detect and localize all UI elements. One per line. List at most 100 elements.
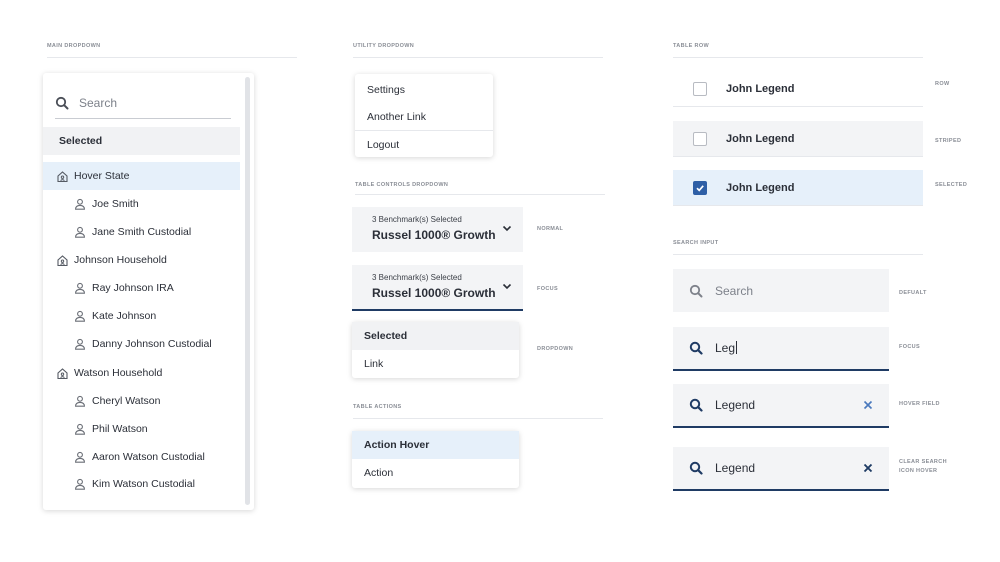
household-icon bbox=[55, 253, 69, 267]
search-placeholder: Search bbox=[715, 283, 754, 298]
item-label: Kim Watson Custodial bbox=[92, 478, 195, 490]
row-checkbox-checked[interactable] bbox=[693, 180, 707, 195]
table-controls-select-focus[interactable]: 3 Benchmark(s) Selected Russel 1000® Gro… bbox=[352, 265, 523, 311]
dropdown-item-person[interactable]: Aaron Watson Custodial bbox=[43, 443, 240, 471]
row-name: John Legend bbox=[726, 181, 795, 194]
menu-item-settings[interactable]: Settings bbox=[355, 76, 493, 103]
item-label: Danny Johnson Custodial bbox=[92, 338, 212, 350]
state-label-selected: SELECTED bbox=[935, 182, 968, 188]
state-label-dropdown: DROPDOWN bbox=[537, 346, 574, 352]
item-label: Hover State bbox=[74, 170, 130, 182]
row-checkbox[interactable] bbox=[693, 81, 707, 96]
search-icon bbox=[689, 341, 703, 355]
person-icon bbox=[73, 477, 87, 491]
checkmark-icon bbox=[696, 184, 704, 192]
dropdown-item-person[interactable]: Kim Watson Custodial bbox=[43, 470, 240, 498]
menu-item-link[interactable]: Link bbox=[352, 350, 519, 378]
main-dropdown-panel: Search Selected Hover State Joe Smith Ja… bbox=[43, 73, 254, 510]
search-icon bbox=[689, 284, 703, 298]
dropdown-item-person[interactable]: Joe Smith bbox=[43, 190, 240, 218]
search-input-default[interactable]: Search bbox=[673, 269, 889, 312]
person-icon bbox=[73, 197, 87, 211]
dropdown-item-selected[interactable]: Selected bbox=[43, 127, 240, 155]
person-icon bbox=[73, 309, 87, 323]
person-icon bbox=[73, 450, 87, 464]
dropdown-item-household[interactable]: Watson Household bbox=[43, 359, 240, 387]
dropdown-item-person[interactable]: Phil Watson bbox=[43, 415, 240, 443]
select-value: Russel 1000® Growth bbox=[372, 228, 496, 242]
item-label: Ray Johnson IRA bbox=[92, 282, 174, 294]
state-label-focus: FOCUS bbox=[899, 344, 920, 350]
dropdown-item-hover[interactable]: Hover State bbox=[43, 162, 240, 190]
person-icon bbox=[73, 394, 87, 408]
search-value: Legend bbox=[715, 461, 756, 475]
menu-item-logout[interactable]: Logout bbox=[355, 131, 493, 158]
menu-item-selected[interactable]: Selected bbox=[352, 322, 519, 350]
scrollbar[interactable] bbox=[245, 77, 250, 505]
action-item-hover[interactable]: Action Hover bbox=[352, 431, 519, 459]
action-item[interactable]: Action bbox=[352, 459, 519, 487]
divider bbox=[355, 194, 605, 195]
row-checkbox[interactable] bbox=[693, 131, 707, 146]
dropdown-item-person[interactable]: Danny Johnson Custodial bbox=[43, 330, 240, 358]
search-input-hover[interactable]: Legend bbox=[673, 384, 889, 428]
item-label: Kate Johnson bbox=[92, 310, 157, 322]
chevron-down-icon bbox=[502, 225, 512, 232]
table-row[interactable]: John Legend bbox=[673, 71, 923, 107]
main-dropdown-search-input[interactable]: Search bbox=[55, 87, 231, 119]
item-label: Cheryl Watson bbox=[92, 395, 161, 407]
table-actions-menu: Action Hover Action bbox=[352, 431, 519, 488]
search-input-focus[interactable]: Leg bbox=[673, 327, 889, 371]
person-icon bbox=[73, 281, 87, 295]
label-line: CLEAR SEARCH bbox=[899, 459, 947, 465]
section-label-table-actions: TABLE ACTIONS bbox=[353, 404, 402, 410]
menu-item-another-link[interactable]: Another Link bbox=[355, 103, 493, 130]
state-label-row: ROW bbox=[935, 81, 950, 87]
divider bbox=[353, 418, 603, 419]
item-label: Watson Household bbox=[74, 367, 163, 379]
dropdown-item-person[interactable]: Cheryl Watson bbox=[43, 387, 240, 415]
table-row-selected[interactable]: John Legend bbox=[673, 170, 923, 206]
item-label: Johnson Household bbox=[74, 254, 167, 266]
section-label-main-dropdown: MAIN DROPDOWN bbox=[47, 43, 101, 49]
dropdown-item-person[interactable]: Jane Smith Custodial bbox=[43, 218, 240, 246]
clear-icon[interactable] bbox=[861, 461, 875, 475]
household-icon bbox=[55, 169, 69, 183]
person-icon bbox=[73, 422, 87, 436]
table-controls-select-normal[interactable]: 3 Benchmark(s) Selected Russel 1000® Gro… bbox=[352, 207, 523, 252]
clear-icon[interactable] bbox=[861, 398, 875, 412]
table-controls-dropdown-menu: Selected Link bbox=[352, 322, 519, 378]
divider bbox=[47, 57, 297, 58]
state-label-hover-field: HOVER FIELD bbox=[899, 401, 940, 407]
search-input-clear-hover[interactable]: Legend bbox=[673, 447, 889, 491]
text-caret bbox=[736, 341, 738, 354]
person-icon bbox=[73, 225, 87, 239]
state-label-normal: NORMAL bbox=[537, 226, 564, 232]
section-label-search-input: SEARCH INPUT bbox=[673, 240, 719, 246]
search-value: Leg bbox=[715, 341, 738, 355]
utility-dropdown-panel: Settings Another Link Logout bbox=[355, 74, 493, 157]
search-icon bbox=[55, 96, 69, 109]
section-label-table-row: TABLE ROW bbox=[673, 43, 710, 49]
dropdown-item-person[interactable]: Ray Johnson IRA bbox=[43, 274, 240, 302]
item-label: Jane Smith Custodial bbox=[92, 226, 192, 238]
search-icon bbox=[689, 461, 703, 475]
state-label-focus: FOCUS bbox=[537, 286, 558, 292]
state-label-striped: STRIPED bbox=[935, 138, 962, 144]
divider bbox=[673, 57, 923, 58]
row-name: John Legend bbox=[726, 82, 795, 95]
label-line: ICON HOVER bbox=[899, 468, 938, 474]
item-label: Joe Smith bbox=[92, 198, 139, 210]
section-label-table-controls: TABLE CONTROLS DROPDOWN bbox=[355, 182, 449, 188]
dropdown-item-household[interactable]: Johnson Household bbox=[43, 246, 240, 274]
section-label-utility-dropdown: UTILITY DROPDOWN bbox=[353, 43, 415, 49]
item-label: Aaron Watson Custodial bbox=[92, 451, 205, 463]
search-value: Legend bbox=[715, 398, 756, 412]
divider bbox=[673, 254, 923, 255]
table-row-striped[interactable]: John Legend bbox=[673, 121, 923, 157]
search-icon bbox=[689, 398, 703, 412]
person-icon bbox=[73, 337, 87, 351]
dropdown-item-person[interactable]: Kate Johnson bbox=[43, 302, 240, 330]
state-label-default: DEFUALT bbox=[899, 290, 927, 296]
chevron-down-icon bbox=[502, 283, 512, 290]
